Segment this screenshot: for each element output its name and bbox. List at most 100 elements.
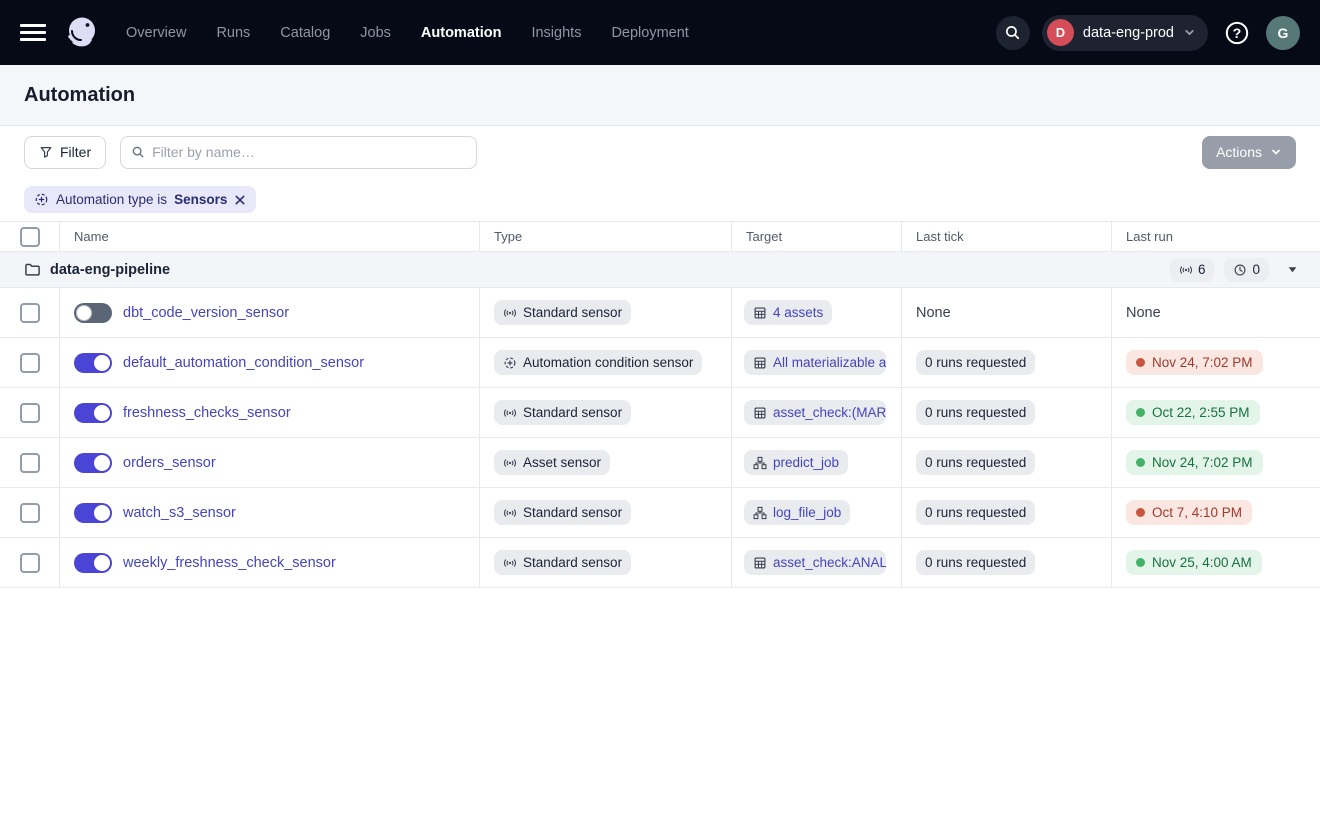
last-tick-badge[interactable]: 0 runs requested [916, 400, 1035, 425]
nav-item-runs[interactable]: Runs [216, 25, 250, 41]
code-location-group-row[interactable]: data-eng-pipeline 6 0 [0, 252, 1320, 288]
column-header-last-run[interactable]: Last run [1112, 222, 1320, 251]
schedule-count-badge: 0 [1224, 258, 1269, 282]
last-run-badge[interactable]: Nov 24, 7:02 PM [1126, 450, 1263, 475]
hamburger-menu-icon[interactable] [20, 20, 46, 46]
nav-item-automation[interactable]: Automation [421, 25, 502, 41]
run-status-dot [1136, 558, 1145, 567]
toolbar: Filter Actions [0, 126, 1320, 178]
table-row: orders_sensor Asset sensor predict_job 0… [0, 438, 1320, 488]
sensor-name-link[interactable]: freshness_checks_sensor [123, 405, 291, 421]
schedule-count: 0 [1252, 262, 1260, 277]
sensor-type-label: Standard sensor [523, 405, 622, 420]
automation-condition-icon [34, 192, 49, 207]
column-header-name[interactable]: Name [60, 222, 480, 251]
sensor-type-label: Automation condition sensor [523, 355, 693, 370]
last-tick-badge[interactable]: 0 runs requested [916, 350, 1035, 375]
sensor-toggle[interactable] [74, 453, 112, 473]
nav-item-deployment[interactable]: Deployment [611, 25, 688, 41]
target-label: asset_check:ANALY [773, 555, 886, 570]
target-label: log_file_job [773, 505, 841, 520]
funnel-icon [39, 145, 53, 159]
sensor-type-badge: Standard sensor [494, 500, 631, 525]
row-checkbox[interactable] [20, 353, 40, 373]
help-button[interactable]: ? [1220, 16, 1254, 50]
last-tick-value: 0 runs requested [925, 455, 1026, 470]
target-label: All materializable as [773, 355, 886, 370]
run-status-dot [1136, 358, 1145, 367]
name-filter-field[interactable] [120, 136, 477, 169]
page-header: Automation [0, 65, 1320, 126]
deployment-selector[interactable]: D data-eng-prod [1042, 15, 1208, 51]
table-row: freshness_checks_sensor Standard sensor … [0, 388, 1320, 438]
actions-button[interactable]: Actions [1202, 136, 1296, 169]
sensor-type-badge: Asset sensor [494, 450, 610, 475]
sensor-toggle[interactable] [74, 553, 112, 573]
sensor-type-label: Asset sensor [523, 455, 601, 470]
row-checkbox[interactable] [20, 503, 40, 523]
nav-item-overview[interactable]: Overview [126, 25, 186, 41]
target-link[interactable]: asset_check:(MARK [744, 400, 886, 425]
dagster-logo[interactable] [60, 11, 104, 55]
filter-button[interactable]: Filter [24, 136, 106, 169]
last-tick-badge[interactable]: 0 runs requested [916, 550, 1035, 575]
target-link[interactable]: predict_job [744, 450, 848, 475]
global-search-button[interactable] [996, 16, 1030, 50]
target-label: 4 assets [773, 305, 823, 320]
collapse-caret-icon[interactable] [1287, 264, 1298, 275]
target-link[interactable]: log_file_job [744, 500, 850, 525]
sensor-toggle[interactable] [74, 503, 112, 523]
deployment-badge: D [1047, 19, 1074, 46]
nav-item-insights[interactable]: Insights [531, 25, 581, 41]
name-filter-input[interactable] [152, 144, 466, 160]
primary-nav: Overview Runs Catalog Jobs Automation In… [126, 25, 689, 41]
row-checkbox[interactable] [20, 453, 40, 473]
target-link[interactable]: All materializable as [744, 350, 886, 375]
user-avatar[interactable]: G [1266, 16, 1300, 50]
column-header-target[interactable]: Target [732, 222, 902, 251]
close-icon[interactable] [234, 194, 246, 206]
row-checkbox[interactable] [20, 553, 40, 573]
column-header-last-tick[interactable]: Last tick [902, 222, 1112, 251]
last-run-value: Nov 25, 4:00 AM [1152, 555, 1252, 570]
last-run-value: Nov 24, 7:02 PM [1152, 355, 1253, 370]
last-run-badge[interactable]: Oct 22, 2:55 PM [1126, 400, 1260, 425]
last-tick-value: 0 runs requested [925, 405, 1026, 420]
last-tick-value: None [916, 305, 951, 321]
filter-button-label: Filter [60, 144, 91, 160]
sensor-icon [503, 456, 517, 470]
chevron-down-icon [1183, 26, 1196, 39]
sensor-name-link[interactable]: dbt_code_version_sensor [123, 305, 289, 321]
sensor-name-link[interactable]: watch_s3_sensor [123, 505, 236, 521]
target-label: asset_check:(MARK [773, 405, 886, 420]
sensor-name-link[interactable]: orders_sensor [123, 455, 216, 471]
select-all-checkbox[interactable] [20, 227, 40, 247]
nav-item-catalog[interactable]: Catalog [280, 25, 330, 41]
last-run-badge[interactable]: Nov 25, 4:00 AM [1126, 550, 1262, 575]
sensor-type-badge: Standard sensor [494, 550, 631, 575]
table-row: weekly_freshness_check_sensor Standard s… [0, 538, 1320, 588]
filter-tag-value: Sensors [174, 192, 227, 207]
last-tick-badge[interactable]: 0 runs requested [916, 500, 1035, 525]
nav-item-jobs[interactable]: Jobs [360, 25, 391, 41]
row-checkbox[interactable] [20, 303, 40, 323]
sensor-toggle[interactable] [74, 303, 112, 323]
table-row: watch_s3_sensor Standard sensor log_file… [0, 488, 1320, 538]
sensor-icon [503, 556, 517, 570]
sensor-icon [1179, 263, 1193, 277]
target-link[interactable]: 4 assets [744, 300, 832, 325]
column-header-type[interactable]: Type [480, 222, 732, 251]
last-tick-badge[interactable]: 0 runs requested [916, 450, 1035, 475]
table-row: dbt_code_version_sensor Standard sensor … [0, 288, 1320, 338]
last-run-badge[interactable]: Nov 24, 7:02 PM [1126, 350, 1263, 375]
filter-tag-automation-type[interactable]: Automation type is Sensors [24, 186, 256, 213]
target-link[interactable]: asset_check:ANALY [744, 550, 886, 575]
sensor-icon [503, 506, 517, 520]
row-checkbox[interactable] [20, 403, 40, 423]
sensor-name-link[interactable]: default_automation_condition_sensor [123, 355, 364, 371]
sensor-toggle[interactable] [74, 403, 112, 423]
last-run-badge[interactable]: Oct 7, 4:10 PM [1126, 500, 1252, 525]
sensor-toggle[interactable] [74, 353, 112, 373]
sensor-type-badge: Automation condition sensor [494, 350, 702, 375]
sensor-name-link[interactable]: weekly_freshness_check_sensor [123, 555, 336, 571]
